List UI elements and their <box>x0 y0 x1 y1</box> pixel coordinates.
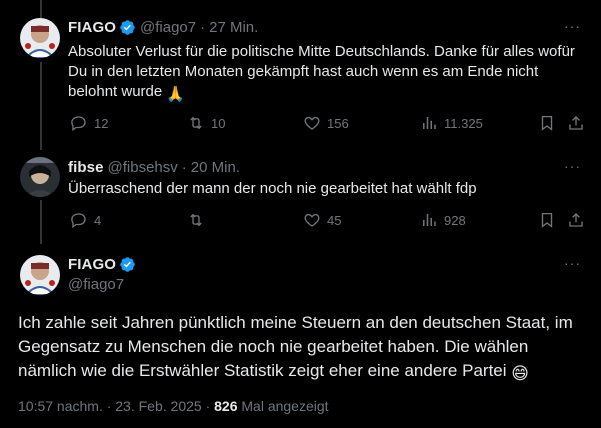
tweet-text: Überraschend der mann der noch nie gearb… <box>68 179 581 199</box>
separator-dot: · <box>181 159 187 176</box>
views-icon <box>423 117 436 129</box>
view-count: 826 <box>214 398 238 414</box>
views-icon <box>423 214 436 226</box>
verified-badge-icon <box>120 257 135 272</box>
bookmark-button[interactable] <box>538 211 556 229</box>
handle[interactable]: @fiago7 <box>140 19 196 36</box>
like-count: 45 <box>327 212 342 228</box>
bookmark-icon <box>541 212 553 228</box>
share-button[interactable] <box>567 211 585 229</box>
display-name[interactable]: FIAGO <box>68 19 116 36</box>
share-button[interactable] <box>567 114 585 132</box>
bookmark-icon <box>541 115 553 131</box>
tweet-text-body: Absoluter Verlust für die politische Mit… <box>68 43 575 100</box>
like-button[interactable]: 45 <box>303 211 341 229</box>
avatar-image <box>20 157 60 197</box>
tweet-main: FIAGO @fiago7 ··· Ich zahle seit Jahren … <box>0 245 601 428</box>
avatar[interactable] <box>20 255 60 295</box>
share-icon <box>569 213 583 227</box>
tweet-meta: 10:57 nachm. · 23. Feb. 2025 · 826 Mal a… <box>18 398 329 414</box>
views-button[interactable]: 11.325 <box>420 114 483 132</box>
view-label: Mal angezeigt <box>241 398 329 414</box>
repost-count: 10 <box>211 115 226 131</box>
like-button[interactable]: 156 <box>303 114 349 132</box>
repost-button[interactable] <box>187 211 205 229</box>
reply-count: 4 <box>94 212 102 228</box>
views-count: 928 <box>444 212 466 228</box>
tweet-text: Absoluter Verlust für die politische Mit… <box>68 42 581 105</box>
bookmark-button[interactable] <box>538 114 556 132</box>
avatar[interactable] <box>20 157 60 197</box>
timestamp[interactable]: 20 Min. <box>191 159 240 176</box>
tweet-actions: 4 45 928 <box>0 211 601 231</box>
tweet-actions: 12 10 156 11.325 <box>0 114 601 134</box>
reply-button[interactable]: 12 <box>70 114 108 132</box>
repost-button[interactable]: 10 <box>187 114 225 132</box>
folded-hands-emoji: 🙏 <box>166 86 186 103</box>
views-button[interactable]: 928 <box>420 211 466 229</box>
display-name[interactable]: FIAGO <box>68 256 116 273</box>
like-count: 156 <box>327 115 349 131</box>
avatar-image <box>20 255 60 295</box>
more-icon[interactable]: ··· <box>564 158 581 174</box>
avatar[interactable] <box>20 18 60 58</box>
reply-button[interactable]: 4 <box>70 211 101 229</box>
repost-icon <box>190 116 202 130</box>
separator-dot: · <box>200 19 206 36</box>
more-icon[interactable]: ··· <box>564 18 581 34</box>
like-icon <box>304 213 320 227</box>
tweet-text: Ich zahle seit Jahren pünktlich meine St… <box>18 311 583 386</box>
like-icon <box>304 116 320 130</box>
handle[interactable]: @fibsehsv <box>108 159 178 176</box>
more-icon[interactable]: ··· <box>564 255 581 271</box>
tweet-text-body: Überraschend der mann der noch nie gearb… <box>68 180 477 197</box>
reply-count: 12 <box>94 115 109 131</box>
views-count: 11.325 <box>444 115 483 131</box>
display-name[interactable]: fibse <box>68 159 104 176</box>
timestamp[interactable]: 27 Min. <box>209 19 258 36</box>
handle[interactable]: @fiago7 <box>68 276 140 293</box>
verified-badge-icon <box>120 20 135 35</box>
timestamp[interactable]: 10:57 nachm. · 23. Feb. 2025 · <box>18 398 210 414</box>
repost-icon <box>190 213 202 227</box>
reply-icon <box>71 213 86 229</box>
share-icon <box>569 116 583 130</box>
reply-icon <box>71 116 86 132</box>
tweet-text-body: Ich zahle seit Jahren pünktlich meine St… <box>18 313 573 380</box>
avatar-image <box>20 18 60 58</box>
grinning-face-emoji: 😄 <box>511 364 529 383</box>
